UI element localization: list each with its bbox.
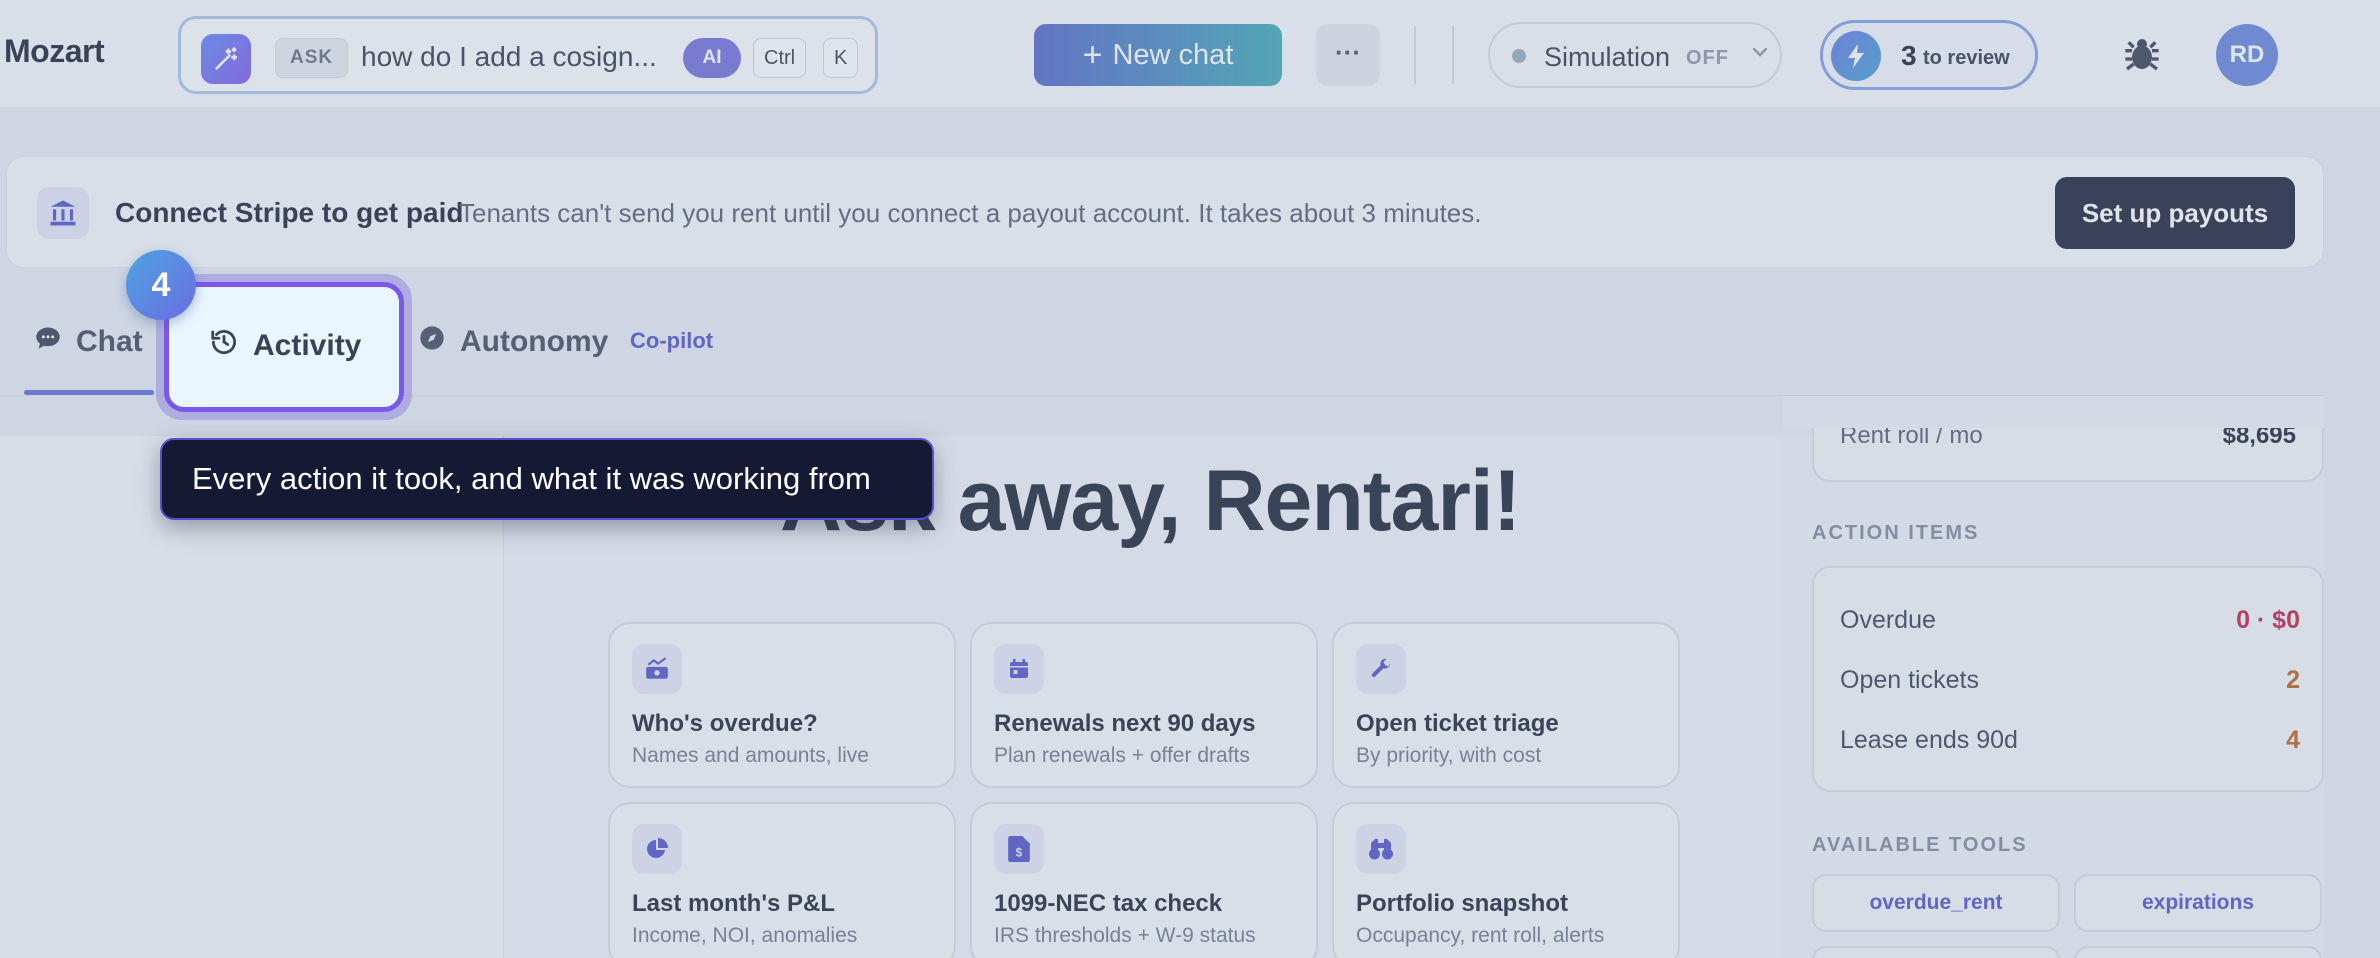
autonomy-mode-badge[interactable]: Co-pilot [630,328,713,354]
action-item-open-tickets[interactable]: Open tickets 2 [1840,666,2300,695]
card-subtitle: By priority, with cost [1356,744,1542,767]
chat-bubble-icon [34,324,62,360]
new-chat-button[interactable]: + New chat [1034,24,1282,86]
card-title: 1099-NEC tax check [994,890,1223,917]
tab-activity-label: Activity [253,329,362,362]
suggestion-card-tickets[interactable]: Open ticket triage By priority, with cos… [1332,622,1680,788]
compass-icon [418,324,446,360]
more-options-button[interactable]: ··· [1316,24,1380,86]
plus-icon: + [1082,36,1103,74]
top-bar: Mozart ASK how do I add a cosign... AI C… [0,0,2380,108]
action-item-value: 4 [2286,726,2300,754]
scroll-mask [1782,396,2324,428]
card-subtitle: Plan renewals + offer drafts [994,744,1250,767]
tool-chip[interactable] [1812,946,2060,958]
card-title: Portfolio snapshot [1356,890,1568,917]
banner-title: Connect Stripe to get paid [115,197,464,228]
tax-document-icon: $ [994,824,1044,874]
suggestion-card-pnl[interactable]: Last month's P&L Income, NOI, anomalies [608,802,956,958]
ai-chip: AI [683,38,741,78]
ask-mode-chip: ASK [275,38,349,78]
tab-autonomy-label: Autonomy [460,325,609,358]
app-logo[interactable]: Mozart [4,33,105,70]
svg-text:$: $ [1016,846,1023,860]
user-avatar[interactable]: RD [2216,24,2278,86]
card-title: Renewals next 90 days [994,710,1256,737]
pie-chart-icon [632,824,682,874]
ask-query-text[interactable]: how do I add a cosign... [361,39,657,75]
tool-chip-expirations[interactable]: expirations [2074,874,2322,932]
card-subtitle: IRS thresholds + W-9 status [994,924,1256,947]
suggestion-card-portfolio[interactable]: Portfolio snapshot Occupancy, rent roll,… [1332,802,1680,958]
tab-activity[interactable]: Activity [164,282,404,412]
tool-chip[interactable] [2074,946,2322,958]
action-item-value: 0 · $0 [2236,606,2300,634]
tab-chat-label: Chat [76,325,143,358]
divider [1452,26,1454,84]
bank-icon [37,187,89,239]
active-tab-indicator [24,390,154,395]
action-item-value: 2 [2286,666,2300,694]
action-items-heading: ACTION ITEMS [1812,522,1980,544]
money-chart-icon [632,644,682,694]
simulation-label: Simulation [1544,42,1671,72]
simulation-toggle[interactable]: Simulation OFF [1488,22,1782,88]
history-icon [209,327,239,365]
review-label: to review [1923,47,2010,69]
lightning-icon [1831,31,1881,81]
tab-autonomy[interactable]: Autonomy [418,324,608,360]
action-item-label: Overdue [1840,606,1936,634]
shortcut-key-k: K [823,38,859,78]
card-title: Open ticket triage [1356,710,1559,737]
tour-step-badge: 4 [126,250,196,320]
tab-chat[interactable]: Chat [34,324,143,360]
set-up-payouts-button[interactable]: Set up payouts [2055,177,2295,249]
chevron-down-icon [1750,42,1770,68]
new-chat-label: New chat [1112,39,1234,71]
action-item-lease-ends[interactable]: Lease ends 90d 4 [1840,726,2300,755]
shortcut-key-ctrl: Ctrl [753,38,807,78]
card-subtitle: Income, NOI, anomalies [632,924,858,947]
card-title: Who's overdue? [632,710,818,737]
action-items-card: Overdue 0 · $0 Open tickets 2 Lease ends… [1812,566,2324,792]
action-item-label: Open tickets [1840,666,1979,694]
card-subtitle: Names and amounts, live [632,744,869,767]
tool-chip-overdue-rent[interactable]: overdue_rent [1812,874,2060,932]
suggestion-card-tax[interactable]: $ 1099-NEC tax check IRS thresholds + W-… [970,802,1318,958]
divider [1414,26,1416,84]
review-count: 3 [1901,40,1917,71]
stripe-banner: Connect Stripe to get paid Tenants can't… [6,156,2324,268]
suggestion-card-renewals[interactable]: Renewals next 90 days Plan renewals + of… [970,622,1318,788]
banner-text: Tenants can't send you rent until you co… [459,198,1482,228]
ask-bar[interactable]: ASK how do I add a cosign... AI Ctrl K [178,16,878,94]
card-subtitle: Occupancy, rent roll, alerts [1356,924,1605,947]
available-tools-heading: AVAILABLE TOOLS [1812,834,2028,856]
wrench-icon [1356,644,1406,694]
binoculars-icon [1356,824,1406,874]
simulation-state: OFF [1686,47,1729,69]
card-title: Last month's P&L [632,890,836,917]
status-dot-icon [1512,49,1526,63]
tour-tooltip: Every action it took, and what it was wo… [160,438,934,520]
suggestion-card-overdue[interactable]: Who's overdue? Names and amounts, live [608,622,956,788]
magic-wand-icon [201,34,251,84]
to-review-button[interactable]: 3 to review [1820,20,2038,90]
action-item-label: Lease ends 90d [1840,726,2018,754]
bug-icon[interactable] [2122,34,2162,74]
calendar-icon [994,644,1044,694]
action-item-overdue[interactable]: Overdue 0 · $0 [1840,606,2300,635]
